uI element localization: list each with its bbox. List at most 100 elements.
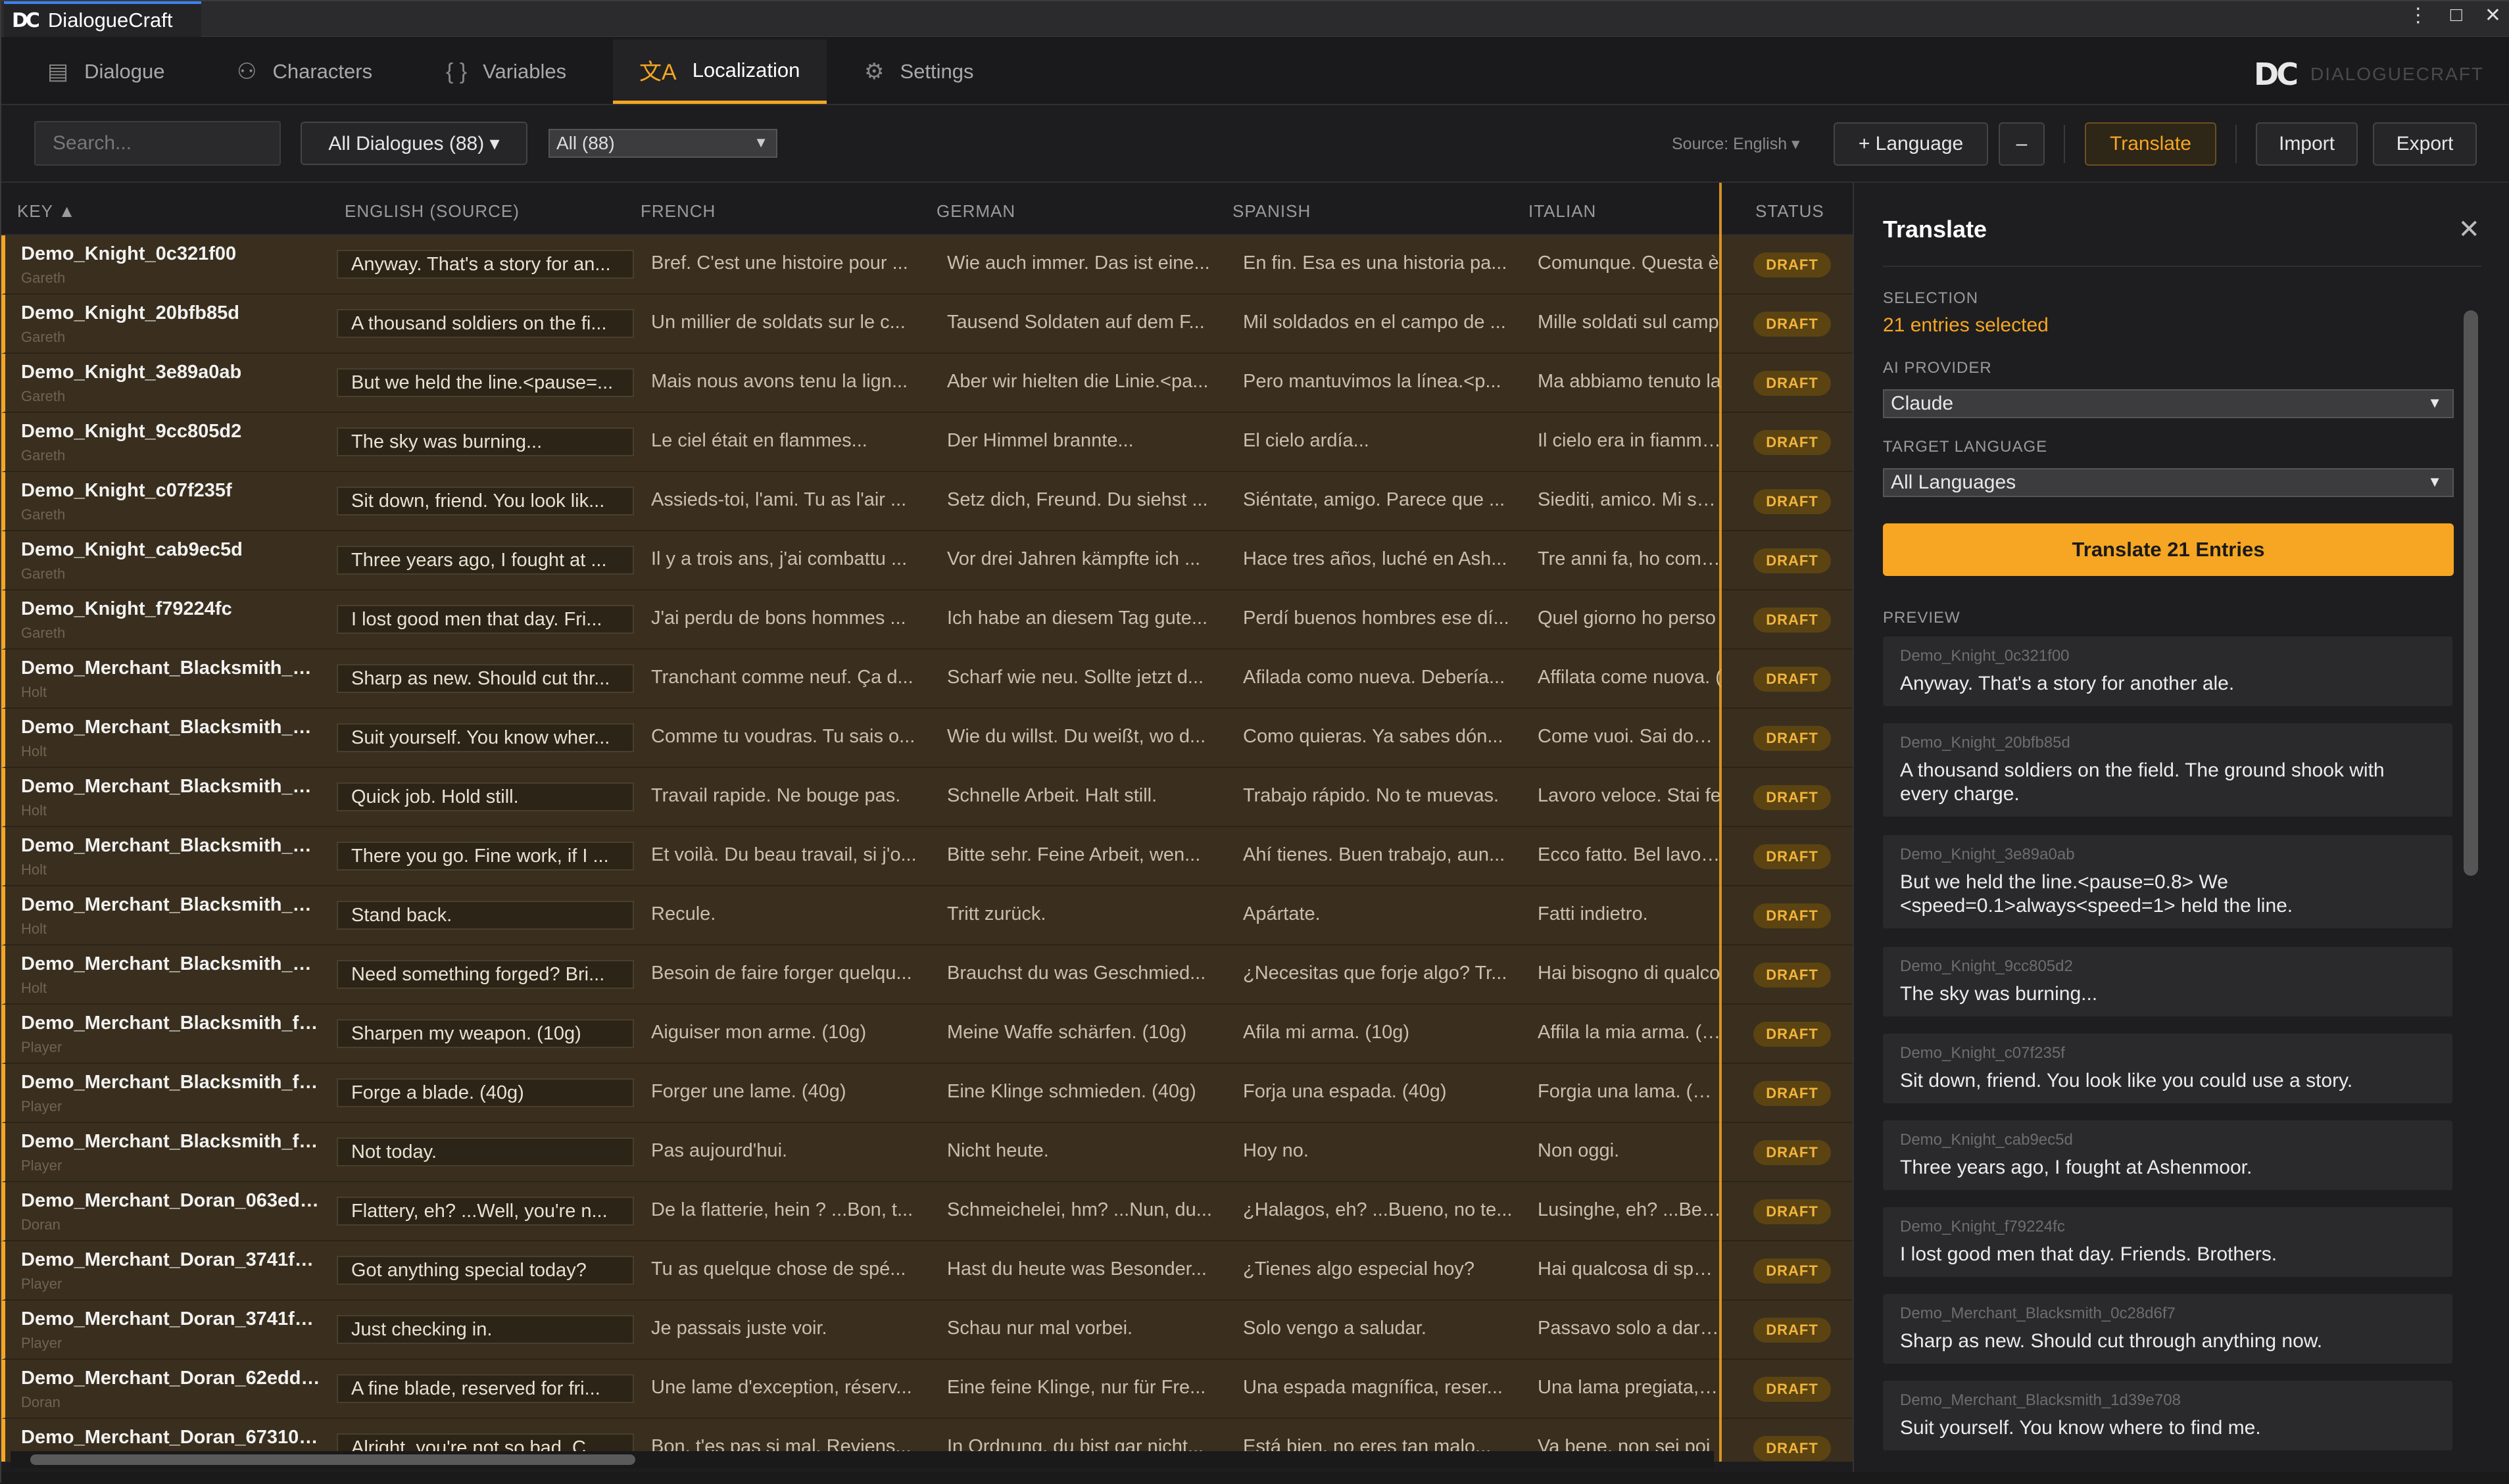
table-row[interactable]: Demo_Merchant_Doran_62edd5... Doran A fine… bbox=[1, 1360, 1853, 1419]
es-cell[interactable]: Solo vengo a saludar. bbox=[1243, 1318, 1513, 1339]
preview-card[interactable]: Demo_Knight_f79224fc I lost good men that… bbox=[1883, 1207, 2452, 1277]
it-cell[interactable]: Mille soldati sul camp bbox=[1538, 312, 1722, 333]
de-cell[interactable]: Schmeichelei, hm? ...Nun, du... bbox=[947, 1199, 1217, 1221]
dialogue-filter-dropdown[interactable]: All Dialogues (88) ▾ bbox=[301, 122, 527, 165]
it-cell[interactable]: Tre anni fa, ho comba bbox=[1538, 548, 1722, 570]
english-cell[interactable]: Just checking in. bbox=[337, 1315, 634, 1344]
de-cell[interactable]: Eine Klinge schmieden. (40g) bbox=[947, 1081, 1217, 1103]
english-cell[interactable]: Stand back. bbox=[337, 901, 634, 930]
de-cell[interactable]: Ich habe an diesem Tag gute... bbox=[947, 608, 1217, 629]
table-row[interactable]: Demo_Merchant_Blacksmith_36... Holt Quick … bbox=[1, 768, 1853, 827]
it-cell[interactable]: Forgia una lama. (40g bbox=[1538, 1081, 1722, 1103]
fr-cell[interactable]: Un millier de soldats sur le c... bbox=[651, 312, 921, 333]
it-cell[interactable]: Comunque. Questa è bbox=[1538, 252, 1722, 274]
table-row[interactable]: Demo_Merchant_Doran_063ed6... Doran Flatte… bbox=[1, 1182, 1853, 1241]
it-cell[interactable]: Non oggi. bbox=[1538, 1140, 1722, 1162]
it-cell[interactable]: Passavo solo a dare u bbox=[1538, 1318, 1722, 1339]
table-row[interactable]: Demo_Knight_cab9ec5d Gareth Three years ag… bbox=[1, 531, 1853, 590]
fr-cell[interactable]: Travail rapide. Ne bouge pas. bbox=[651, 785, 921, 807]
panel-scrollbar[interactable] bbox=[2464, 310, 2478, 1441]
target-language-select[interactable]: All Languages ▼ bbox=[1883, 468, 2454, 497]
de-cell[interactable]: Wie du willst. Du weißt, wo d... bbox=[947, 726, 1217, 748]
table-row[interactable]: Demo_Merchant_Blacksmith_f2... Player Shar… bbox=[1, 1005, 1853, 1064]
table-row[interactable]: Demo_Merchant_Blacksmith_4c... Holt There … bbox=[1, 827, 1853, 886]
de-cell[interactable]: Aber wir hielten die Linie.<pa... bbox=[947, 371, 1217, 393]
es-cell[interactable]: Una espada magnífica, reser... bbox=[1243, 1377, 1513, 1399]
de-cell[interactable]: Der Himmel brannte... bbox=[947, 430, 1217, 452]
fr-cell[interactable]: Tu as quelque chose de spé... bbox=[651, 1258, 921, 1280]
de-cell[interactable]: Brauchst du was Geschmied... bbox=[947, 963, 1217, 984]
de-cell[interactable]: Schnelle Arbeit. Halt still. bbox=[947, 785, 1217, 807]
table-row[interactable]: Demo_Knight_f79224fc Gareth I lost good me… bbox=[1, 590, 1853, 650]
english-cell[interactable]: Suit yourself. You know wher... bbox=[337, 723, 634, 752]
preview-card[interactable]: Demo_Knight_9cc805d2 The sky was burning.… bbox=[1883, 947, 2452, 1017]
status-filter-select[interactable]: All (88) ▼ bbox=[548, 129, 777, 158]
es-cell[interactable]: Hoy no. bbox=[1243, 1140, 1513, 1162]
it-cell[interactable]: Una lama pregiata, ris bbox=[1538, 1377, 1722, 1399]
it-cell[interactable]: Il cielo era in fiamme... bbox=[1538, 430, 1722, 452]
header-key[interactable]: KEY ▲ bbox=[17, 201, 76, 222]
es-cell[interactable]: El cielo ardía... bbox=[1243, 430, 1513, 452]
es-cell[interactable]: Trabajo rápido. No te muevas. bbox=[1243, 785, 1513, 807]
fr-cell[interactable]: Besoin de faire forger quelqu... bbox=[651, 963, 921, 984]
it-cell[interactable]: Affila la mia arma. (10 bbox=[1538, 1022, 1722, 1043]
english-cell[interactable]: I lost good men that day. Fri... bbox=[337, 605, 634, 634]
fr-cell[interactable]: Aiguiser mon arme. (10g) bbox=[651, 1022, 921, 1043]
table-row[interactable]: Demo_Merchant_Blacksmith_0c... Holt Sharp … bbox=[1, 650, 1853, 709]
english-cell[interactable]: Quick job. Hold still. bbox=[337, 782, 634, 811]
horizontal-scrollbar[interactable] bbox=[11, 1451, 1714, 1468]
fr-cell[interactable]: Et voilà. Du beau travail, si j'o... bbox=[651, 844, 921, 866]
it-cell[interactable]: Affilata come nuova. ( bbox=[1538, 667, 1722, 688]
it-cell[interactable]: Ecco fatto. Bel lavoro, bbox=[1538, 844, 1722, 866]
fr-cell[interactable]: Je passais juste voir. bbox=[651, 1318, 921, 1339]
scrollbar-thumb[interactable] bbox=[30, 1454, 635, 1465]
english-cell[interactable]: Got anything special today? bbox=[337, 1256, 634, 1285]
fr-cell[interactable]: Comme tu voudras. Tu sais o... bbox=[651, 726, 921, 748]
preview-card[interactable]: Demo_Merchant_Blacksmith_0c28d6f7 Sharp a… bbox=[1883, 1294, 2452, 1364]
table-row[interactable]: Demo_Knight_c07f235f Gareth Sit down, frie… bbox=[1, 472, 1853, 531]
fr-cell[interactable]: Mais nous avons tenu la lign... bbox=[651, 371, 921, 393]
tab-variables[interactable]: { } Variables bbox=[420, 39, 593, 104]
translate-entries-button[interactable]: Translate 21 Entries bbox=[1883, 523, 2454, 576]
es-cell[interactable]: En fin. Esa es una historia pa... bbox=[1243, 252, 1513, 274]
english-cell[interactable]: Anyway. That's a story for an... bbox=[337, 250, 634, 279]
table-row[interactable]: Demo_Knight_20bfb85d Gareth A thousand sol… bbox=[1, 295, 1853, 354]
es-cell[interactable]: Perdí buenos hombres ese dí... bbox=[1243, 608, 1513, 629]
de-cell[interactable]: Setz dich, Freund. Du siehst ... bbox=[947, 489, 1217, 511]
translate-button[interactable]: Translate bbox=[2085, 122, 2216, 166]
fr-cell[interactable]: Recule. bbox=[651, 903, 921, 925]
de-cell[interactable]: Wie auch immer. Das ist eine... bbox=[947, 252, 1217, 274]
es-cell[interactable]: Afila mi arma. (10g) bbox=[1243, 1022, 1513, 1043]
more-icon[interactable]: ⋮ bbox=[2408, 4, 2428, 27]
es-cell[interactable]: Como quieras. Ya sabes dón... bbox=[1243, 726, 1513, 748]
de-cell[interactable]: Bitte sehr. Feine Arbeit, wen... bbox=[947, 844, 1217, 866]
table-row[interactable]: Demo_Merchant_Blacksmith_f2... Player Not … bbox=[1, 1123, 1853, 1182]
es-cell[interactable]: Ahí tienes. Buen trabajo, aun... bbox=[1243, 844, 1513, 866]
header-french[interactable]: FRENCH bbox=[641, 201, 716, 222]
table-row[interactable]: Demo_Merchant_Blacksmith_da... Holt Need s… bbox=[1, 945, 1853, 1005]
fr-cell[interactable]: Forger une lame. (40g) bbox=[651, 1081, 921, 1103]
header-english[interactable]: ENGLISH (SOURCE) bbox=[345, 201, 520, 222]
table-row[interactable]: Demo_Knight_3e89a0ab Gareth But we held th… bbox=[1, 354, 1853, 413]
header-italian[interactable]: ITALIAN bbox=[1528, 201, 1596, 222]
de-cell[interactable]: Eine feine Klinge, nur für Fre... bbox=[947, 1377, 1217, 1399]
header-spanish[interactable]: SPANISH bbox=[1232, 201, 1311, 222]
it-cell[interactable]: Hai bisogno di qualco bbox=[1538, 963, 1722, 984]
preview-card[interactable]: Demo_Knight_20bfb85d A thousand soldiers … bbox=[1883, 723, 2452, 817]
de-cell[interactable]: Tausend Soldaten auf dem F... bbox=[947, 312, 1217, 333]
header-german[interactable]: GERMAN bbox=[937, 201, 1015, 222]
fr-cell[interactable]: De la flatterie, hein ? ...Bon, t... bbox=[651, 1199, 921, 1221]
de-cell[interactable]: Meine Waffe schärfen. (10g) bbox=[947, 1022, 1217, 1043]
fr-cell[interactable]: Une lame d'exception, réserv... bbox=[651, 1377, 921, 1399]
english-cell[interactable]: But we held the line.<pause=... bbox=[337, 368, 634, 397]
fr-cell[interactable]: Pas aujourd'hui. bbox=[651, 1140, 921, 1162]
es-cell[interactable]: Hace tres años, luché en Ash... bbox=[1243, 548, 1513, 570]
fr-cell[interactable]: Assieds-toi, l'ami. Tu as l'air ... bbox=[651, 489, 921, 511]
de-cell[interactable]: Schau nur mal vorbei. bbox=[947, 1318, 1217, 1339]
english-cell[interactable]: Three years ago, I fought at ... bbox=[337, 546, 634, 575]
es-cell[interactable]: ¿Necesitas que forje algo? Tr... bbox=[1243, 963, 1513, 984]
tab-settings[interactable]: ⚙ Settings bbox=[838, 39, 1000, 104]
it-cell[interactable]: Lusinghe, eh? ...Beh, r bbox=[1538, 1199, 1722, 1221]
remove-language-button[interactable]: – bbox=[1999, 122, 2045, 166]
table-row[interactable]: Demo_Merchant_Blacksmith_ad... Holt Stand … bbox=[1, 886, 1853, 945]
